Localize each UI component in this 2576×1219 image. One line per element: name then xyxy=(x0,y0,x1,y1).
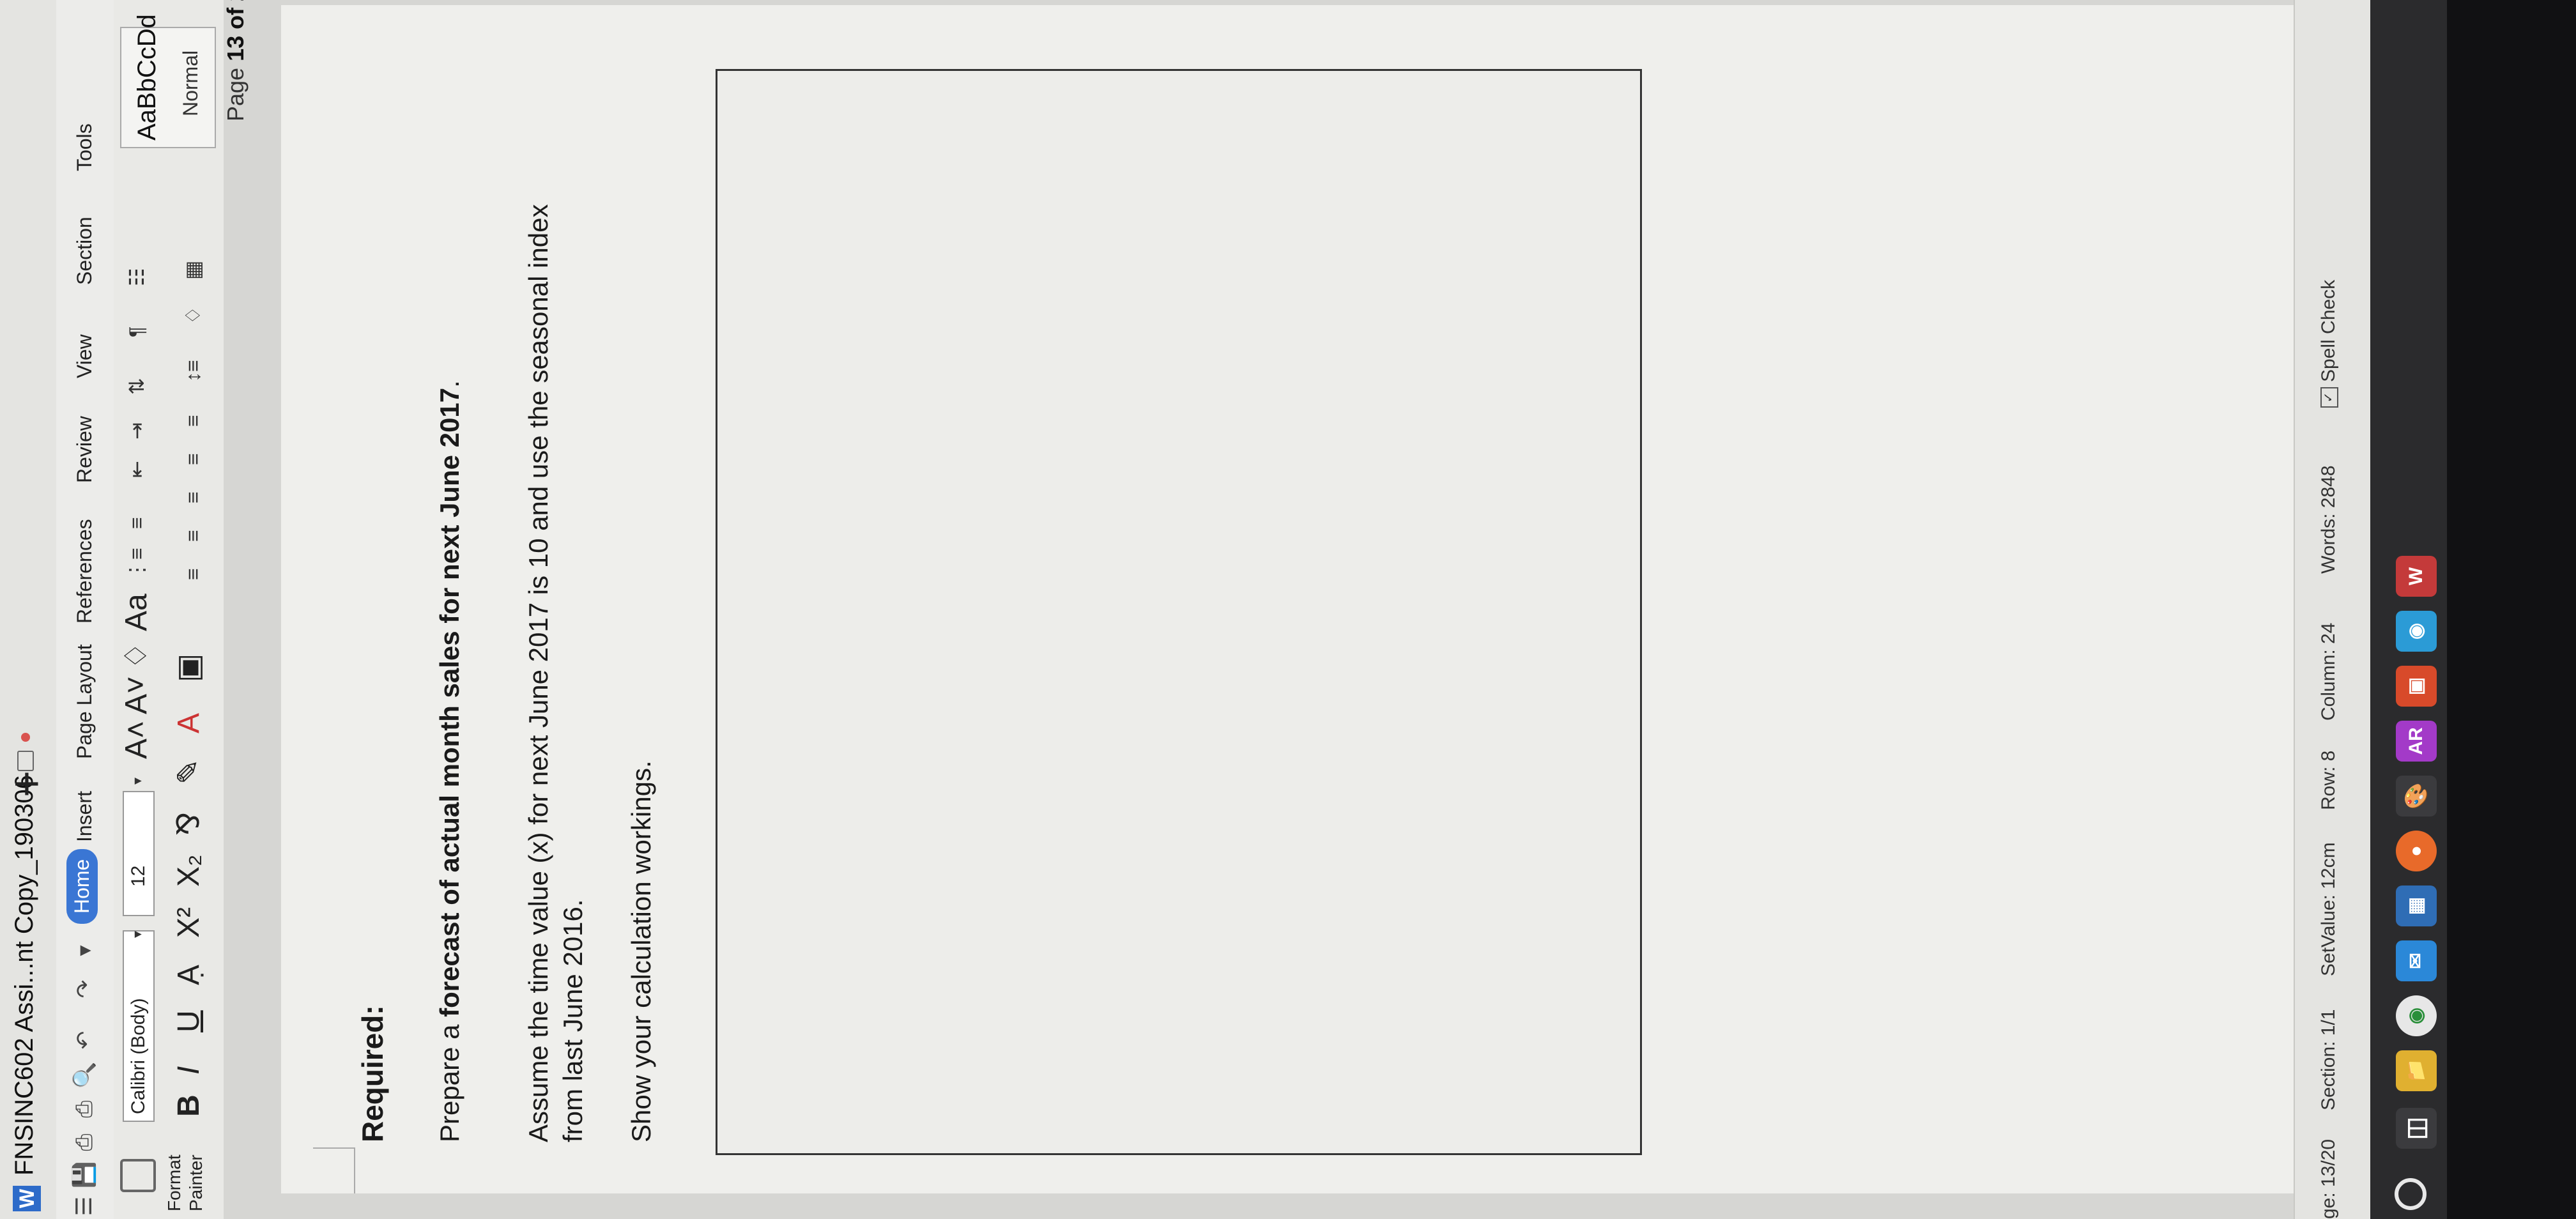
numbering-icon[interactable]: ≡ xyxy=(121,517,152,529)
task-view-icon[interactable]: ◫ xyxy=(2396,1108,2437,1149)
document-tab[interactable]: FNSINC602 Assi...nt Copy_190306 xyxy=(10,732,39,1176)
spell-check-icon: ✓ xyxy=(2320,387,2339,408)
decrease-indent-icon[interactable]: ⇤ xyxy=(121,461,152,478)
highlight-icon[interactable]: ✎ xyxy=(170,759,208,785)
change-case-button[interactable]: Aa xyxy=(118,594,156,631)
format-painter-label: Format Painter xyxy=(164,1154,206,1211)
spell-check-button[interactable]: ✓Spell Check xyxy=(2318,280,2340,408)
paragraph-show-workings: Show your calculation workings. xyxy=(626,760,656,1142)
character-border-icon[interactable]: ▣ xyxy=(170,654,208,682)
subscript-button[interactable]: X₂ xyxy=(170,854,208,887)
font-color-button[interactable]: A xyxy=(170,713,208,733)
tab-review[interactable]: Review xyxy=(73,416,96,483)
increase-indent-icon[interactable]: ⇥ xyxy=(121,422,152,440)
font-name-select[interactable]: Calibri (Body) xyxy=(123,930,155,1122)
photos-icon[interactable]: ▦ xyxy=(2396,885,2437,926)
undo-icon[interactable]: ↶ xyxy=(72,1027,97,1053)
underline-button[interactable]: U xyxy=(170,1010,208,1032)
sort-icon[interactable]: ⇅ xyxy=(121,378,152,395)
tab-references[interactable]: References xyxy=(73,519,96,624)
tab-insert[interactable]: Insert xyxy=(73,791,96,842)
cortana-search-icon[interactable] xyxy=(2395,1178,2426,1210)
align-right-icon[interactable]: ≡ xyxy=(178,491,208,503)
status-section: Section: 1/1 xyxy=(2318,1009,2339,1110)
menu-bar: ☰ 💾 ⎙ ⎙ 🔍 ↶ ↷ ▾ Home Insert Page Layout … xyxy=(56,0,114,1219)
paragraph-mark-icon[interactable]: ¶ xyxy=(121,326,152,337)
tab-section[interactable]: Section xyxy=(73,217,96,285)
tab-view[interactable]: View xyxy=(73,334,96,378)
page-indicator: Page 13 of 20 xyxy=(222,0,249,121)
bold-button[interactable]: B xyxy=(170,1094,208,1117)
redo-icon[interactable]: ↷ xyxy=(72,976,97,1002)
writer-app-icon: W xyxy=(13,1186,41,1211)
document-title: FNSINC602 Assi...nt Copy_190306 xyxy=(10,774,38,1176)
tab-home[interactable]: Home xyxy=(66,848,98,924)
heading-required: Required: xyxy=(356,1005,389,1142)
tab-tools[interactable]: Tools xyxy=(73,123,96,171)
paragraph-prepare: Prepare a forecast of actual month sales… xyxy=(434,380,464,1142)
font-size-select[interactable]: 12 xyxy=(123,791,155,916)
style-label: Normal xyxy=(179,50,202,116)
clear-format-icon[interactable]: ♢ xyxy=(118,642,156,670)
status-page[interactable]: ge: 13/20 xyxy=(2318,1139,2340,1219)
bullets-icon[interactable]: ⋮≡ xyxy=(121,548,152,580)
file-explorer-icon[interactable]: 📁 xyxy=(2396,1050,2437,1091)
style-normal-button[interactable]: AaBbCcDd Normal xyxy=(120,14,216,148)
font-size-dropdown-icon[interactable]: ▾ xyxy=(129,778,146,785)
screen-bezel xyxy=(2447,0,2576,1219)
justify-icon[interactable]: ≡ xyxy=(178,453,208,465)
table-style-icon[interactable]: ☷ xyxy=(121,268,152,286)
status-setvalue: SetValue: 12cm xyxy=(2318,842,2339,976)
print-preview-icon[interactable]: 🔍 xyxy=(72,1062,97,1089)
firefox-icon[interactable]: ● xyxy=(2396,831,2437,871)
line-spacing-icon[interactable]: ↕≡ xyxy=(178,360,208,382)
export-pdf-icon[interactable]: ⎙ xyxy=(72,1130,97,1155)
office-icon[interactable]: ▣ xyxy=(2396,666,2437,707)
shrink-font-button[interactable]: A˅ xyxy=(118,676,156,714)
tab-window-icon[interactable] xyxy=(17,750,34,771)
save-icon[interactable]: 💾 xyxy=(72,1162,97,1188)
paragraph-assume: Assume the time value (x) for next June … xyxy=(523,204,588,1142)
grow-font-button[interactable]: A˄ xyxy=(118,721,156,759)
status-row: Row: 8 xyxy=(2318,750,2339,810)
title-bar: W FNSINC602 Assi...nt Copy_190306 + xyxy=(0,0,57,1219)
shading-icon[interactable]: ♢ xyxy=(178,306,208,325)
style-sample: AaBbCcDd xyxy=(133,14,161,141)
document-page[interactable]: Required: Prepare a forecast of actual m… xyxy=(281,5,2294,1193)
mail-icon[interactable]: ✉ xyxy=(2396,940,2437,981)
status-bar: ge: 13/20 Section: 1/1 SetValue: 12cm Ro… xyxy=(2294,0,2372,1219)
new-tab-button[interactable]: + xyxy=(1,770,52,797)
margin-corner-mark xyxy=(313,1147,355,1193)
italic-button[interactable]: I xyxy=(170,1066,208,1075)
customize-toolbar-icon[interactable]: ▾ xyxy=(72,938,97,963)
status-column: Column: 24 xyxy=(2318,622,2339,721)
paintbrush-icon xyxy=(120,1159,156,1192)
superscript-button[interactable]: X² xyxy=(170,907,208,938)
ribbon-toolbar: Format Painter Calibri (Body) ▾ 12 ▾ A˄ … xyxy=(114,0,225,1219)
borders-icon[interactable]: ▦ xyxy=(178,261,208,280)
format-painter-button[interactable]: Format Painter xyxy=(114,1137,221,1214)
tab-page-layout[interactable]: Page Layout xyxy=(73,644,96,759)
unsaved-dot-icon xyxy=(21,732,31,742)
text-effect-icon[interactable]: ⅋ xyxy=(170,812,208,836)
distribute-icon[interactable]: ≡ xyxy=(178,415,208,427)
strikethrough-icon[interactable]: Ạ xyxy=(170,965,208,985)
screen: W FNSINC602 Assi...nt Copy_190306 + ☰ 💾 … xyxy=(0,0,2576,1219)
answer-text-box[interactable] xyxy=(716,69,1642,1155)
ar-app-icon[interactable]: AR xyxy=(2396,721,2437,762)
font-name-dropdown-icon[interactable]: ▾ xyxy=(129,931,146,938)
align-left-icon[interactable]: ≡ xyxy=(178,568,208,580)
chrome-icon[interactable]: ◉ xyxy=(2396,995,2437,1036)
paint-icon[interactable]: 🎨 xyxy=(2396,776,2437,816)
print-icon[interactable]: ⎙ xyxy=(72,1096,97,1122)
document-area: Page 13 of 20 Required: Prepare a foreca… xyxy=(222,0,2294,1219)
align-center-icon[interactable]: ≡ xyxy=(178,530,208,542)
camera-icon[interactable]: ◉ xyxy=(2396,611,2437,652)
wps-writer-icon[interactable]: W xyxy=(2396,556,2437,597)
status-words[interactable]: Words: 2848 xyxy=(2318,465,2340,574)
menu-icon[interactable]: ☰ xyxy=(72,1193,97,1219)
